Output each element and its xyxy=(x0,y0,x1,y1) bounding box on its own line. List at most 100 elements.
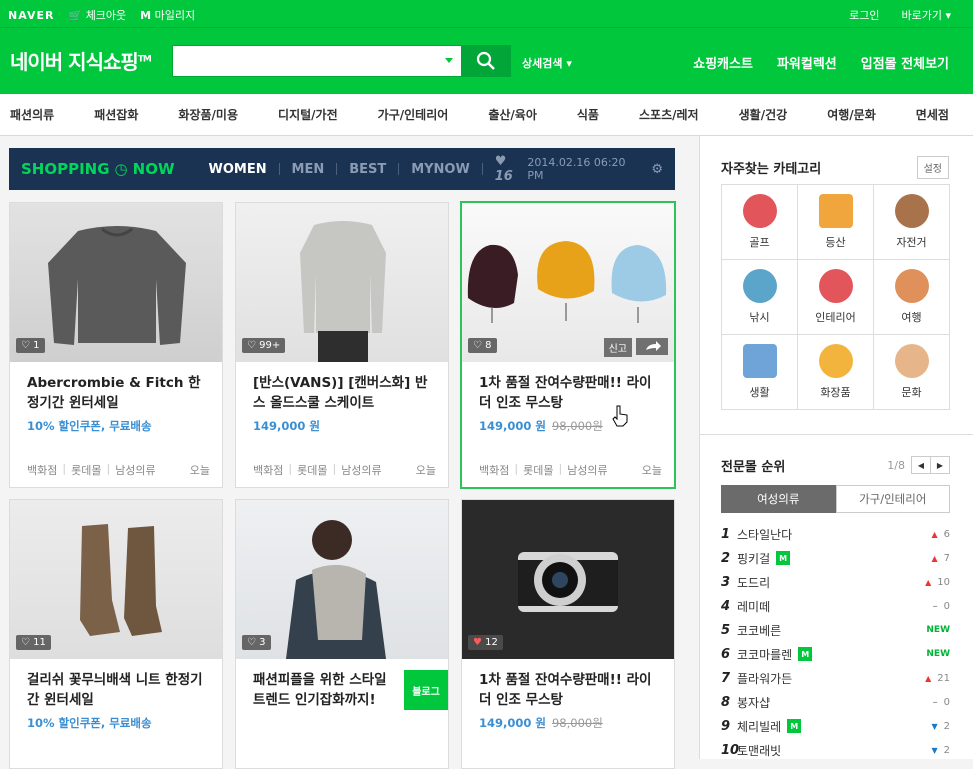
product-card[interactable]: ♡ 3 패션피플을 위한 스타일 트렌드 인기잡화까지! 블로그 xyxy=(235,499,449,769)
category-item[interactable]: 화장품/미용 xyxy=(178,106,238,123)
ranking-row[interactable]: 8 봉자샵 –0 xyxy=(721,690,950,714)
mall-name[interactable]: 플라워가든 xyxy=(737,670,792,687)
ranking-row[interactable]: 2 핑키걸 M ▲ 7 xyxy=(721,546,950,570)
product-card[interactable]: ♥ 12 1차 품절 잔여수량판매!! 라이더 인조 무스탕 149,000 원… xyxy=(461,499,675,769)
share-icon xyxy=(646,341,661,351)
prev-page-button[interactable]: ◀ xyxy=(911,456,931,474)
meta-tag[interactable]: 남성의류 xyxy=(341,462,381,478)
category-item[interactable]: 디지털/가전 xyxy=(278,106,338,123)
advanced-search-link[interactable]: 상세검색 ▾ xyxy=(522,55,572,71)
product-title[interactable]: 걸리쉬 꽃무늬배색 니트 한정기간 윈터세일 xyxy=(27,670,210,710)
ranking-row[interactable]: 3 도드리 ▲ 10 xyxy=(721,570,950,594)
meta-tag[interactable]: 롯데몰 xyxy=(71,462,101,478)
search-button[interactable] xyxy=(461,45,511,77)
mall-name[interactable]: 체리빌레 xyxy=(737,718,781,735)
fav-category-golf[interactable]: 골프 xyxy=(722,185,798,260)
fav-category-travel[interactable]: 여행 xyxy=(874,260,950,335)
product-card[interactable]: ♡ 11 걸리쉬 꽃무늬배색 니트 한정기간 윈터세일 10% 할인쿠폰, 무료… xyxy=(9,499,223,769)
category-item[interactable]: 여행/문화 xyxy=(827,106,876,123)
share-button[interactable] xyxy=(636,338,668,355)
my-likes[interactable]: ♥ 16 xyxy=(495,154,528,184)
category-item[interactable]: 패션의류 xyxy=(10,106,54,123)
powercollection-link[interactable]: 파워컬렉션 xyxy=(777,53,837,72)
fav-category-bicycle[interactable]: 자전거 xyxy=(874,185,950,260)
like-badge[interactable]: ♡ 1 xyxy=(16,338,45,353)
category-item[interactable]: 출산/육아 xyxy=(488,106,537,123)
ranking-row[interactable]: 6 코코마를렌 M NEW xyxy=(721,642,950,666)
mall-name[interactable]: 도드리 xyxy=(737,574,770,591)
tab-furniture-interior[interactable]: 가구/인테리어 xyxy=(835,485,950,513)
blog-badge[interactable]: 블로그 xyxy=(404,670,448,710)
product-title[interactable]: Abercrombie & Fitch 한정기간 윈터세일 xyxy=(27,373,210,413)
meta-tag[interactable]: 롯데몰 xyxy=(297,462,327,478)
category-item[interactable]: 면세점 xyxy=(916,106,949,123)
mall-name[interactable]: 코코마를렌 xyxy=(737,646,792,663)
naver-logo[interactable]: NAVER xyxy=(8,9,54,22)
product-meta: 백화점 | 롯데몰 | 남성의류 오늘 xyxy=(479,462,662,478)
ranking-row[interactable]: 9 체리빌레 M ▼ 2 xyxy=(721,714,950,738)
search-input[interactable] xyxy=(173,46,461,76)
category-item[interactable]: 식품 xyxy=(577,106,599,123)
next-page-button[interactable]: ▶ xyxy=(930,456,950,474)
gear-icon[interactable]: ⚙ xyxy=(651,162,663,177)
mall-name[interactable]: 레미떼 xyxy=(737,598,770,615)
like-badge[interactable]: ♡ 99+ xyxy=(242,338,286,353)
product-title[interactable]: [반스(VANS)] [캔버스화] 반스 올드스쿨 스케이트 xyxy=(253,373,436,413)
ranking-row[interactable]: 4 레미떼 –0 xyxy=(721,594,950,618)
report-button[interactable]: 신고 xyxy=(603,338,632,357)
tab-men[interactable]: MEN xyxy=(292,162,325,177)
category-nav: 패션의류 패션잡화 화장품/미용 디지털/가전 가구/인테리어 출산/육아 식품… xyxy=(0,94,973,136)
tab-mynow[interactable]: MYNOW xyxy=(411,162,470,177)
rank-number: 4 xyxy=(721,598,731,614)
meta-tag[interactable]: 백화점 xyxy=(27,462,57,478)
settings-button[interactable]: 설정 xyxy=(916,156,949,179)
meta-tag[interactable]: 백화점 xyxy=(253,462,283,478)
like-badge[interactable]: ♡ 8 xyxy=(468,338,497,353)
tab-women-clothing[interactable]: 여성의류 xyxy=(721,485,836,513)
fav-category-living[interactable]: 생활 xyxy=(722,335,798,410)
mall-name[interactable]: 코코베른 xyxy=(737,622,781,639)
category-item[interactable]: 가구/인테리어 xyxy=(378,106,449,123)
login-link[interactable]: 로그인 xyxy=(849,7,879,23)
meta-tag[interactable]: 남성의류 xyxy=(567,462,607,478)
ranking-row[interactable]: 1 스타일난다 ▲ 6 xyxy=(721,522,950,546)
ranking-row[interactable]: 5 코코베른 NEW xyxy=(721,618,950,642)
fav-category-hiking[interactable]: 등산 xyxy=(798,185,874,260)
like-badge[interactable]: ♡ 11 xyxy=(16,635,51,650)
fav-category-interior[interactable]: 인테리어 xyxy=(798,260,874,335)
category-item[interactable]: 스포츠/레저 xyxy=(639,106,699,123)
product-card[interactable]: ♡ 99+ [반스(VANS)] [캔버스화] 반스 올드스쿨 스케이트 149… xyxy=(235,202,449,488)
mall-name[interactable]: 핑키걸 xyxy=(737,550,770,567)
category-item[interactable]: 생활/건강 xyxy=(739,106,788,123)
tab-women[interactable]: WOMEN xyxy=(209,162,267,177)
meta-tag[interactable]: 백화점 xyxy=(479,462,509,478)
ranking-row[interactable]: 10 토맨래빗 ▼ 2 xyxy=(721,738,950,762)
category-item[interactable]: 패션잡화 xyxy=(94,106,138,123)
ranking-row[interactable]: 7 플라워가든 ▲ 21 xyxy=(721,666,950,690)
shortcut-menu[interactable]: 바로가기 ▾ xyxy=(901,7,951,23)
product-title[interactable]: 패션피플을 위한 스타일 트렌드 인기잡화까지! xyxy=(253,670,392,710)
mileage-link[interactable]: M 마일리지 xyxy=(140,7,195,23)
tab-best[interactable]: BEST xyxy=(349,162,386,177)
meta-tag[interactable]: 롯데몰 xyxy=(523,462,553,478)
search-dropdown-icon[interactable] xyxy=(445,58,453,63)
product-card-selected[interactable]: ♡ 8 신고 1차 품절 잔여수량판매!! 라이더 인조 무스탕 149,000… xyxy=(460,201,676,489)
mall-name[interactable]: 토맨래빗 xyxy=(737,742,781,759)
shopping-logo[interactable]: 네이버 지식쇼핑TM xyxy=(10,46,152,75)
like-badge[interactable]: ♡ 3 xyxy=(242,635,271,650)
mall-name[interactable]: 봉자샵 xyxy=(737,694,770,711)
clock-icon: ◷ xyxy=(114,160,128,178)
meta-tag[interactable]: 남성의류 xyxy=(115,462,155,478)
fav-category-culture[interactable]: 문화 xyxy=(874,335,950,410)
fav-category-fishing[interactable]: 낚시 xyxy=(722,260,798,335)
like-badge[interactable]: ♥ 12 xyxy=(468,635,503,650)
all-malls-link[interactable]: 입점몰 전체보기 xyxy=(861,53,949,72)
product-title[interactable]: 1차 품절 잔여수량판매!! 라이더 인조 무스탕 xyxy=(479,373,662,413)
product-card[interactable]: ♡ 1 Abercrombie & Fitch 한정기간 윈터세일 10% 할인… xyxy=(9,202,223,488)
fav-category-cosmetics[interactable]: 화장품 xyxy=(798,335,874,410)
shoppingcast-link[interactable]: 쇼핑캐스트 xyxy=(693,53,753,72)
product-title[interactable]: 1차 품절 잔여수량판매!! 라이더 인조 무스탕 xyxy=(479,670,662,710)
mall-name[interactable]: 스타일난다 xyxy=(737,526,792,543)
checkout-link[interactable]: 🛒 체크아웃 xyxy=(68,7,126,23)
shopping-now-bar: SHOPPING ◷ NOW WOMEN MEN BEST MYNOW ♥ 16 2… xyxy=(9,148,675,190)
